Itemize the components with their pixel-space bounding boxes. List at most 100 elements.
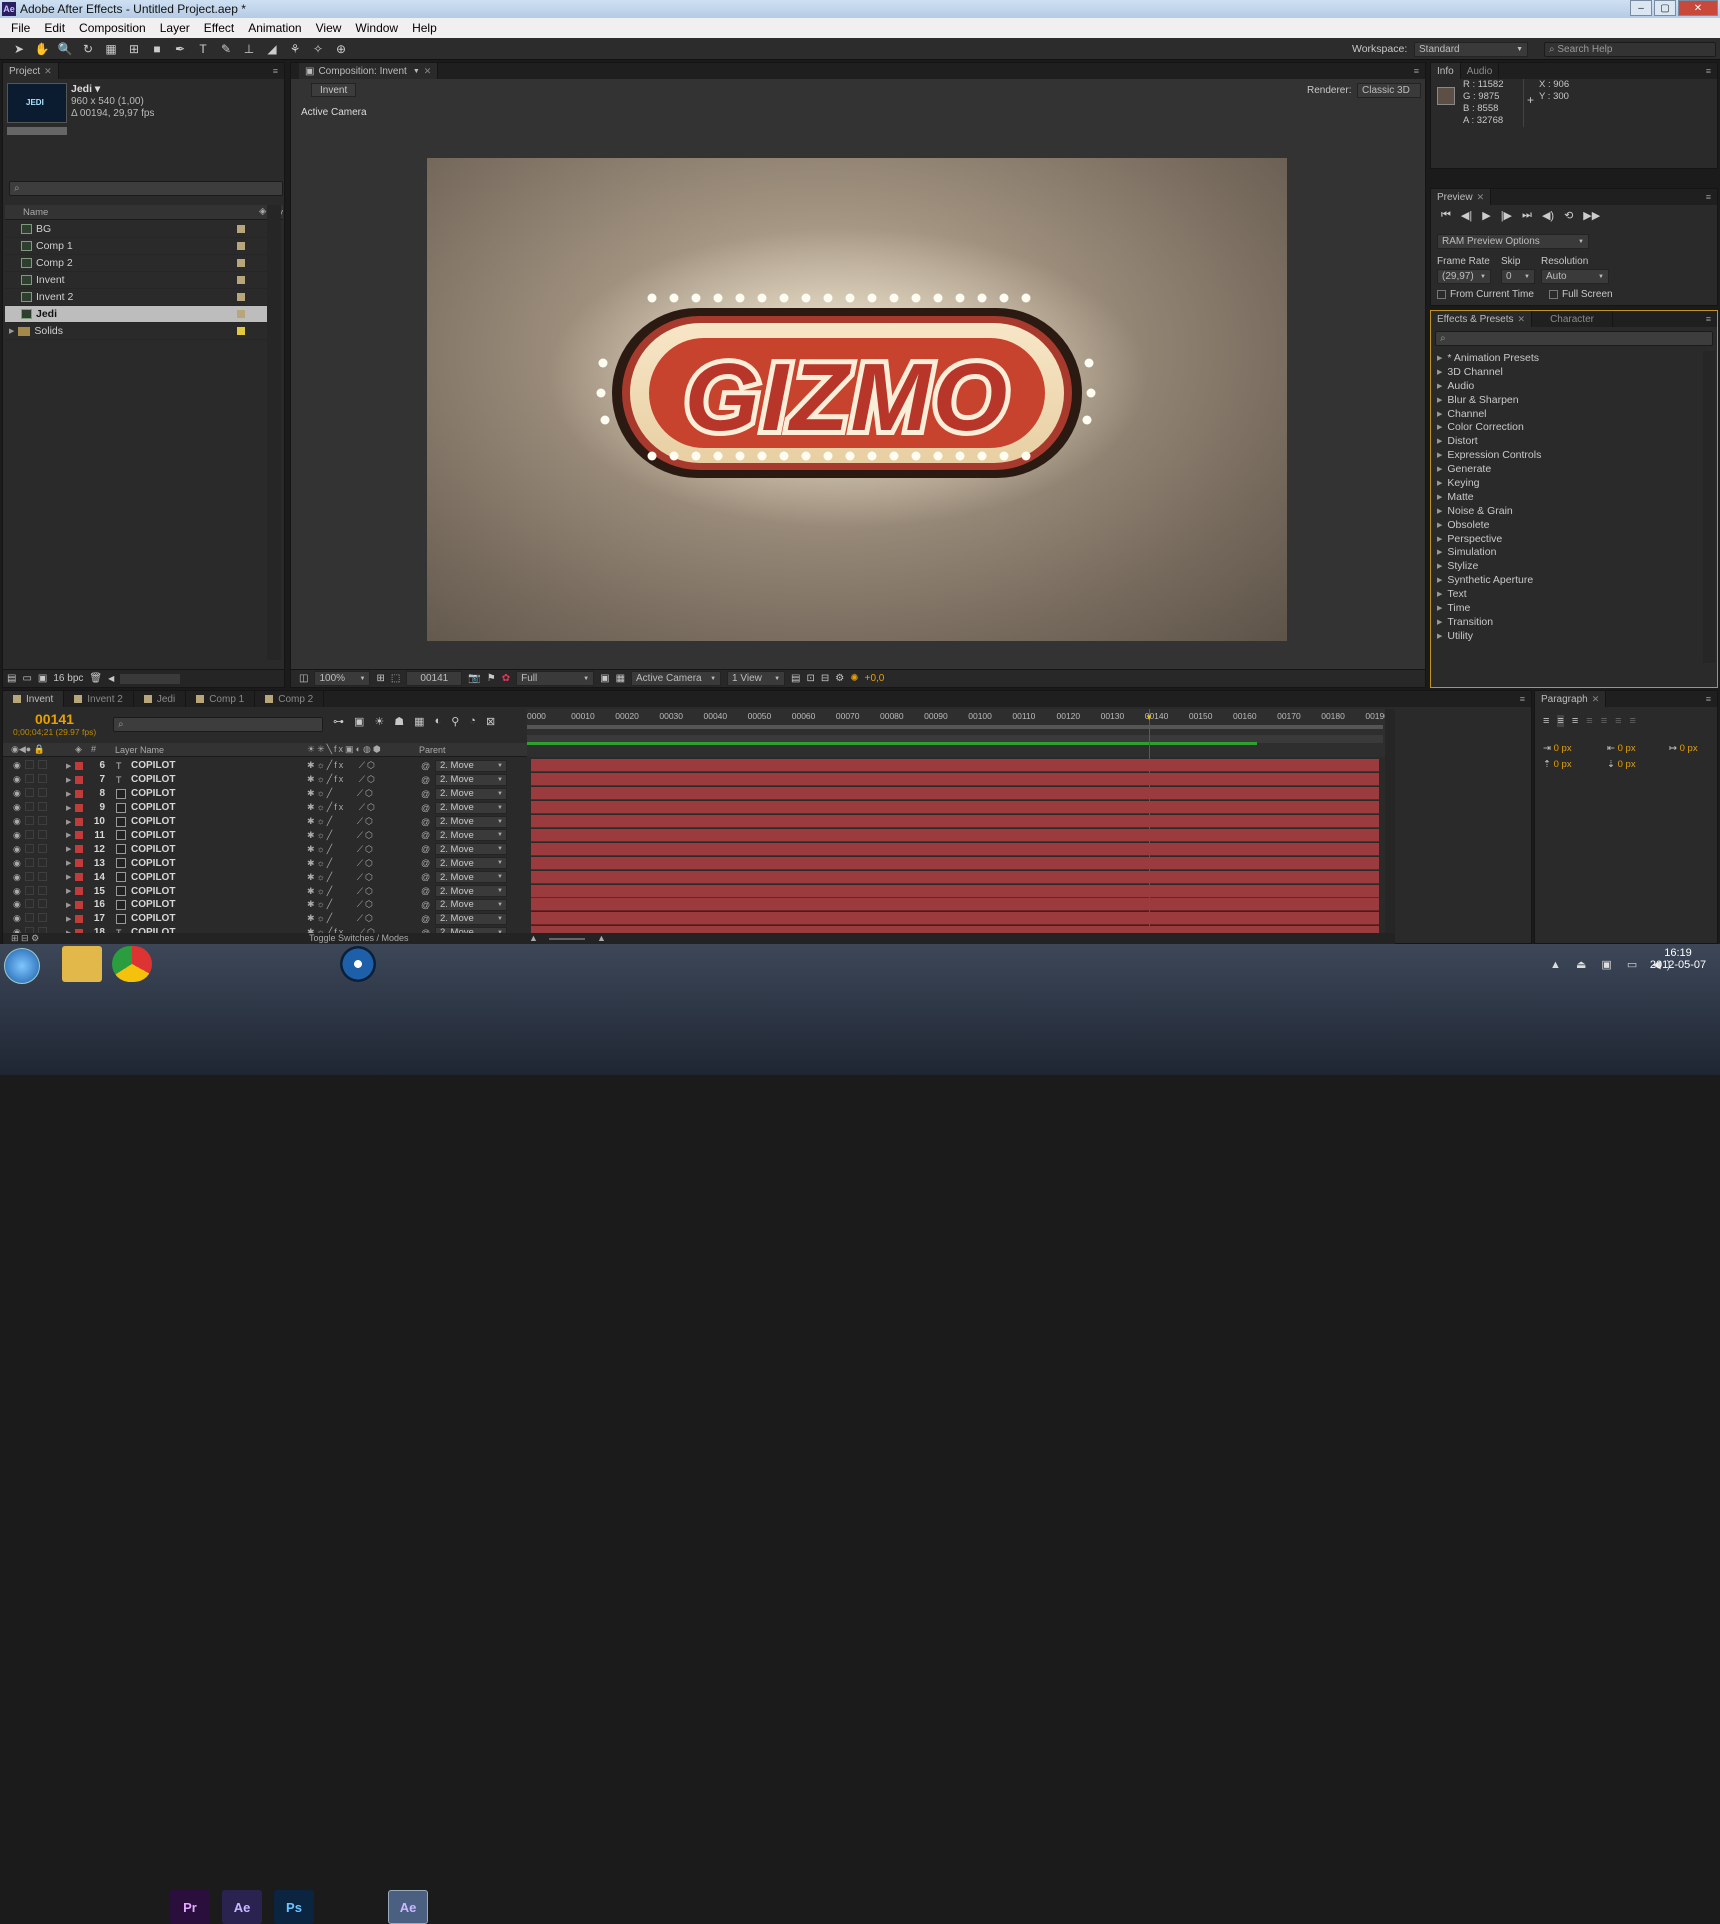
layer-switches[interactable]: ◉ bbox=[13, 899, 47, 910]
effect-category[interactable]: ▶ Perspective bbox=[1431, 532, 1701, 546]
timeline-layer-row[interactable]: ◉ ▶ 17 COPILOT ✱☼╱ ⟋⬡ @2. Move bbox=[3, 912, 1389, 926]
parent-select[interactable]: 2. Move bbox=[435, 843, 507, 856]
effect-category[interactable]: ▶ Expression Controls bbox=[1431, 448, 1701, 462]
effects-scrollbar[interactable] bbox=[1703, 351, 1715, 663]
justify-last-center-icon[interactable]: ≡ bbox=[1601, 715, 1607, 727]
toggle-switches-modes[interactable]: Toggle Switches / Modes bbox=[309, 933, 409, 943]
camera-tool-icon[interactable]: ▦ bbox=[102, 41, 120, 57]
layer-name[interactable]: COPILOT bbox=[131, 872, 175, 883]
timeline-timecode[interactable]: 00141 bbox=[35, 711, 74, 727]
timeline-tab[interactable]: Invent 2 bbox=[64, 691, 134, 707]
after-effects-icon[interactable]: Ae bbox=[222, 1890, 262, 1924]
ram-preview-options[interactable]: RAM Preview Options ▼ bbox=[1437, 234, 1589, 249]
timeline-icon[interactable]: ⊟ bbox=[821, 673, 829, 684]
zoom-select[interactable]: 100% ▼ bbox=[314, 671, 371, 686]
comp-subtab-invent[interactable]: Invent bbox=[311, 83, 357, 97]
chevron-right-icon[interactable]: ▶ bbox=[66, 818, 71, 826]
project-item-solids[interactable]: ▶ Solids bbox=[5, 323, 267, 340]
eye-icon[interactable]: ◉ bbox=[13, 802, 21, 813]
interpret-footage-icon[interactable]: ▤ bbox=[7, 673, 16, 684]
full-screen-checkbox[interactable]: Full Screen bbox=[1549, 289, 1613, 300]
pick-whip-icon[interactable]: @ bbox=[421, 761, 430, 771]
timeline-layer-row[interactable]: ◉ ▶ 9 COPILOT ✱☼╱fx ⟋⬡ @2. Move bbox=[3, 801, 1389, 815]
effect-category[interactable]: ▶ Generate bbox=[1431, 462, 1701, 476]
menu-help[interactable]: Help bbox=[405, 21, 444, 35]
pick-whip-icon[interactable]: @ bbox=[421, 830, 430, 840]
effect-category[interactable]: ▶ Obsolete bbox=[1431, 518, 1701, 532]
renderer-button[interactable]: Classic 3D bbox=[1357, 83, 1421, 98]
layer-label-color[interactable] bbox=[75, 859, 83, 868]
safe-zones-icon[interactable]: ⊞ bbox=[376, 673, 384, 684]
channel-icon[interactable]: ✿ bbox=[502, 673, 510, 684]
trash-icon[interactable]: 🗑 bbox=[89, 673, 102, 684]
layer-switches[interactable]: ◉ bbox=[13, 871, 47, 883]
previous-frame-icon[interactable]: ◀| bbox=[1461, 209, 1472, 222]
scroll-left-icon[interactable]: ◀ bbox=[108, 674, 114, 683]
chevron-right-icon[interactable]: ▶ bbox=[66, 804, 71, 812]
roto-brush-tool-icon[interactable]: ⚘ bbox=[286, 41, 304, 57]
search-help-field[interactable]: ⌕ Search Help bbox=[1544, 42, 1716, 57]
layer-label-color[interactable] bbox=[75, 775, 83, 784]
layer-name[interactable]: COPILOT bbox=[131, 774, 175, 785]
project-item-comp1[interactable]: Comp 1 bbox=[5, 238, 267, 255]
timeline-tab[interactable]: Invent bbox=[3, 691, 65, 707]
effect-category[interactable]: ▶ Blur & Sharpen bbox=[1431, 393, 1701, 407]
chevron-right-icon[interactable]: ▶ bbox=[66, 873, 71, 881]
eye-icon[interactable]: ◉ bbox=[13, 858, 21, 869]
effect-category[interactable]: ▶ * Animation Presets bbox=[1431, 351, 1701, 365]
zoom-tool-icon[interactable]: 🔍 bbox=[56, 41, 74, 57]
parent-select[interactable]: 2. Move bbox=[435, 787, 507, 800]
layer-switch-icons[interactable]: ✱☼╱ ⟋⬡ bbox=[307, 872, 375, 883]
layer-switches[interactable]: ◉ bbox=[13, 913, 47, 924]
project-search-input[interactable]: ⌕ bbox=[9, 181, 283, 196]
shy-icon[interactable]: ☗ bbox=[394, 715, 404, 728]
from-current-time-checkbox[interactable]: From Current Time bbox=[1437, 289, 1534, 300]
effect-category[interactable]: ▶ Channel bbox=[1431, 407, 1701, 421]
layer-duration-bar[interactable] bbox=[531, 884, 1379, 898]
pick-whip-icon[interactable]: @ bbox=[421, 886, 430, 896]
timeline-tab[interactable]: Comp 1 bbox=[186, 691, 256, 707]
current-time-indicator-icon[interactable]: ▼ bbox=[1145, 713, 1153, 722]
effect-category[interactable]: ▶ Stylize bbox=[1431, 559, 1701, 573]
menu-layer[interactable]: Layer bbox=[153, 21, 197, 35]
layer-name[interactable]: COPILOT bbox=[131, 816, 175, 827]
playhead[interactable]: ▼ bbox=[1145, 709, 1153, 933]
show-snapshot-icon[interactable]: ⚑ bbox=[487, 673, 496, 684]
justify-all-icon[interactable]: ≡ bbox=[1630, 715, 1636, 727]
layer-switch-icons[interactable]: ✱☼╱ ⟋⬡ bbox=[307, 830, 375, 841]
menu-composition[interactable]: Composition bbox=[72, 21, 153, 35]
comp-mini-flowchart-icon[interactable]: ⊶ bbox=[333, 715, 344, 728]
transparency-grid-icon[interactable]: ▦ bbox=[616, 673, 625, 684]
project-item-invent[interactable]: Invent bbox=[5, 272, 267, 289]
effects-search-input[interactable]: ⌕ bbox=[1435, 331, 1713, 346]
composition-viewer[interactable]: GIZMO bbox=[427, 158, 1287, 641]
layer-label-color[interactable] bbox=[75, 789, 83, 798]
project-item-name[interactable]: Jedi ▾ bbox=[71, 83, 100, 95]
panel-menu-icon[interactable]: ≡ bbox=[1706, 66, 1711, 76]
new-comp-icon[interactable]: ▣ bbox=[38, 673, 47, 684]
eye-icon[interactable]: ◉ bbox=[13, 830, 21, 841]
eye-icon[interactable]: ◉ bbox=[13, 844, 21, 855]
timeline-layer-row[interactable]: ◉ ▶ 11 COPILOT ✱☼╱ ⟋⬡ @2. Move bbox=[3, 828, 1389, 843]
timeline-layer-row[interactable]: ◉ ▶ 8 COPILOT ✱☼╱ ⟋⬡ @2. Move bbox=[3, 787, 1389, 801]
layer-label-color[interactable] bbox=[75, 900, 83, 909]
graph-editor-icon[interactable]: ◔ bbox=[469, 715, 476, 728]
minimize-button[interactable]: – bbox=[1630, 0, 1652, 16]
timeline-layer-row[interactable]: ◉ ▶ 7 T COPILOT ✱☼╱fx ⟋⬡ @2. Move bbox=[3, 773, 1389, 787]
indent-right[interactable]: ⇤ 0 px bbox=[1607, 743, 1636, 754]
layer-label-color[interactable] bbox=[75, 873, 83, 882]
layer-duration-bar[interactable] bbox=[531, 815, 1379, 829]
timeline-layer-row[interactable]: ◉ ▶ 14 COPILOT ✱☼╱ ⟋⬡ @2. Move bbox=[3, 870, 1389, 884]
panel-menu-icon[interactable]: ≡ bbox=[273, 66, 278, 76]
col-layer-name[interactable]: Layer Name bbox=[115, 745, 164, 755]
pick-whip-icon[interactable]: @ bbox=[421, 872, 430, 882]
skip-select[interactable]: 0 ▼ bbox=[1501, 269, 1535, 284]
parent-select[interactable]: 2. Move bbox=[435, 759, 507, 772]
next-frame-icon[interactable]: |▶ bbox=[1501, 209, 1512, 222]
tab-preview[interactable]: Preview ✕ bbox=[1431, 189, 1492, 205]
layer-switch-icons[interactable]: ✱☼╱ ⟋⬡ bbox=[307, 913, 375, 924]
maximize-button[interactable]: ▢ bbox=[1654, 0, 1676, 16]
timeline-layer-row[interactable]: ◉ ▶ 16 COPILOT ✱☼╱ ⟋⬡ @2. Move bbox=[3, 898, 1389, 912]
chrome-icon[interactable] bbox=[112, 946, 152, 982]
puppet-tool-icon[interactable]: ✧ bbox=[309, 41, 327, 57]
